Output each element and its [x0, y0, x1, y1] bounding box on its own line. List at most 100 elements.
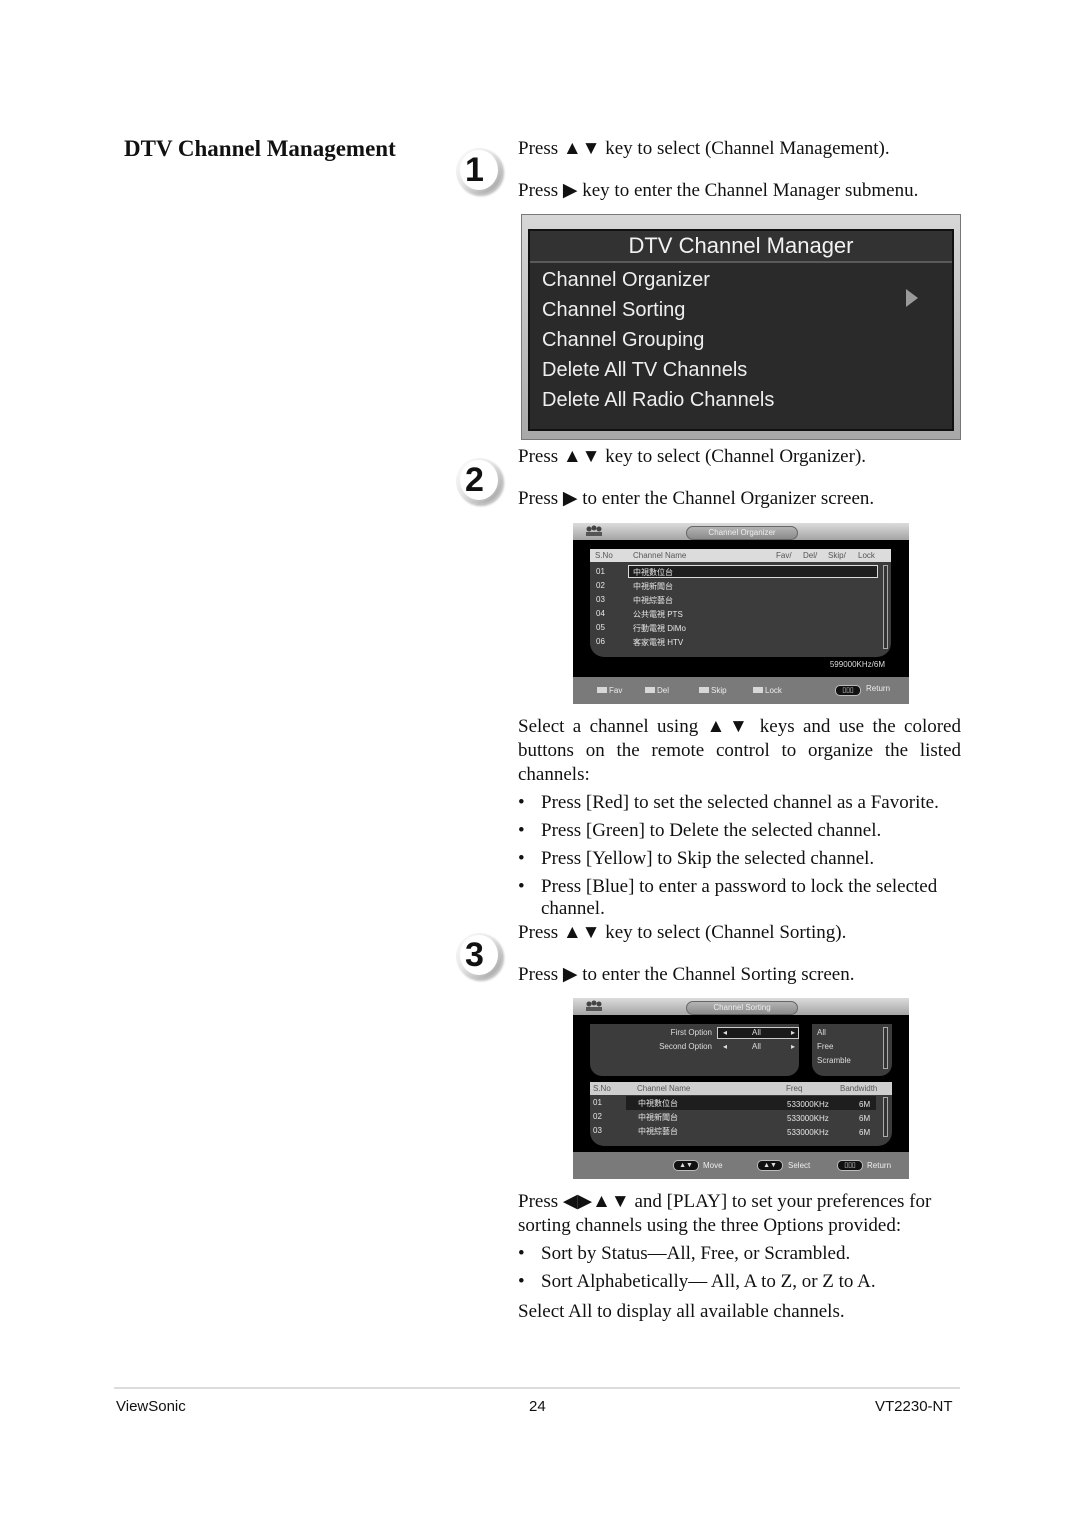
return-label: Return — [866, 684, 891, 693]
option-item[interactable]: Free — [817, 1042, 833, 1051]
channel-bandwidth: 6M — [859, 1114, 871, 1123]
footer-model: VT2230-NT — [875, 1398, 953, 1415]
bullet-text: Sort Alphabetically— All, A to Z, or Z t… — [541, 1271, 876, 1292]
menu-item-channel-sorting[interactable]: Channel Sorting — [542, 299, 685, 322]
col-sno: S.No — [593, 1084, 611, 1093]
step-2-line-2: Press ▶ to enter the Channel Organizer s… — [518, 488, 875, 509]
table-row[interactable]: 02 中視新聞台 — [590, 579, 891, 593]
step-number: 1 — [465, 151, 484, 189]
screen-footer: ▲▼ Move ▲▼ Select ▯▯▯ Return — [573, 1152, 909, 1179]
table-row[interactable]: 03 中視綜藝台 533000KHz 6M — [590, 1124, 892, 1138]
row-number: 03 — [593, 1126, 602, 1135]
first-option-value: All — [752, 1028, 761, 1037]
lock-label: Lock — [765, 686, 782, 695]
footer-page-number: 24 — [529, 1398, 546, 1415]
bullet-icon: • — [518, 820, 525, 841]
menu-item-delete-tv-channels[interactable]: Delete All TV Channels — [542, 359, 747, 382]
second-option-selector[interactable]: ◂ All ▸ — [718, 1042, 798, 1052]
menu-item-channel-grouping[interactable]: Channel Grouping — [542, 329, 704, 352]
step-number: 2 — [465, 461, 484, 499]
bullet-text: Press [Green] to Delete the selected cha… — [541, 820, 882, 841]
col-del: Del/ — [803, 551, 818, 560]
screen-footer: Fav Del Skip Lock ▯▯▯ Return — [573, 677, 909, 704]
row-number: 06 — [596, 637, 605, 646]
channel-manager-menu: DTV Channel Manager Channel Organizer Ch… — [528, 229, 954, 431]
bullet-text: Press [Red] to set the selected channel … — [541, 792, 939, 813]
move-label: Move — [703, 1161, 723, 1170]
option-item[interactable]: Scramble — [817, 1056, 851, 1065]
channel-list-panel: S.No Channel Name Fav/ Del/ Skip/ Lock 0… — [590, 549, 891, 657]
step-3-badge: 3 — [456, 933, 506, 983]
section-title: DTV Channel Management — [124, 136, 396, 161]
organizer-bullet: • Press [Blue] to enter a password to lo… — [518, 876, 961, 920]
step-3-line-2: Press ▶ to enter the Channel Sorting scr… — [518, 964, 855, 985]
row-number: 03 — [596, 595, 605, 604]
channel-freq: 533000KHz — [787, 1100, 829, 1109]
menu-item-channel-organizer[interactable]: Channel Organizer — [542, 269, 710, 292]
return-key-icon: ▯▯▯ — [837, 1160, 863, 1171]
col-channel-name: Channel Name — [637, 1084, 691, 1093]
return-label: Return — [867, 1161, 892, 1170]
col-skip: Skip/ — [828, 551, 846, 560]
second-option-label: Second Option — [659, 1042, 712, 1051]
row-number: 01 — [593, 1098, 602, 1107]
arrow-right-icon[interactable]: ▸ — [791, 1042, 795, 1051]
channel-bandwidth: 6M — [859, 1100, 871, 1109]
channel-name: 客家電視 HTV — [633, 638, 684, 647]
table-row[interactable]: 05 行動電視 DiMo — [590, 621, 891, 635]
channel-name: 中視數位台 — [633, 568, 673, 577]
organizer-intro: Select a channel using ▲▼ keys and use t… — [518, 716, 961, 785]
row-number: 01 — [596, 567, 605, 576]
table-header: S.No Channel Name Fav/ Del/ Skip/ Lock — [590, 549, 891, 562]
del-label: Del — [657, 686, 670, 695]
channel-name: 中視新聞台 — [638, 1113, 678, 1122]
table-row[interactable]: 01 中視數位台 533000KHz 6M — [590, 1096, 892, 1110]
bullet-icon: • — [518, 1271, 525, 1292]
red-key-icon — [597, 687, 607, 693]
screen-topbar: Channel Organizer — [573, 523, 909, 540]
arrow-right-icon[interactable]: ▸ — [791, 1028, 795, 1037]
sorted-list-panel: S.No Channel Name Freq Bandwidth 01 中視數位… — [590, 1082, 892, 1146]
table-row[interactable]: 03 中視綜藝台 — [590, 593, 891, 607]
channel-name: 中視新聞台 — [633, 582, 673, 591]
arrow-left-icon[interactable]: ◂ — [723, 1042, 727, 1051]
option-item[interactable]: All — [817, 1028, 826, 1037]
first-option-selector[interactable]: ◂ All ▸ — [717, 1027, 799, 1039]
scrollbar[interactable] — [883, 1027, 888, 1069]
first-option-label: First Option — [670, 1028, 712, 1037]
bullet-text: Sort by Status—All, Free, or Scrambled. — [541, 1243, 851, 1264]
logo-icon — [586, 525, 602, 536]
menu-title: DTV Channel Manager — [530, 231, 952, 263]
scrollbar[interactable] — [883, 1097, 888, 1137]
table-header: S.No Channel Name Freq Bandwidth — [590, 1082, 892, 1095]
sorting-intro: Press ◀▶▲▼ and [PLAY] to set your prefer… — [518, 1191, 932, 1236]
channel-freq: 533000KHz — [787, 1114, 829, 1123]
menu-item-delete-radio-channels[interactable]: Delete All Radio Channels — [542, 389, 774, 412]
step-number: 3 — [465, 936, 484, 974]
col-freq: Freq — [786, 1084, 803, 1093]
footer-brand: ViewSonic — [116, 1398, 186, 1415]
bullet-icon: • — [518, 1243, 525, 1264]
table-row[interactable]: 04 公共電視 PTS — [590, 607, 891, 621]
screen-title: Channel Sorting — [686, 1001, 798, 1015]
arrow-left-icon[interactable]: ◂ — [723, 1028, 727, 1037]
yellow-key-icon — [699, 687, 709, 693]
step-1-badge: 1 — [456, 148, 506, 198]
row-number: 02 — [593, 1112, 602, 1121]
table-row[interactable]: 02 中視新聞台 533000KHz 6M — [590, 1110, 892, 1124]
row-number: 05 — [596, 623, 605, 632]
option-list-panel: All Free Scramble — [812, 1024, 892, 1076]
return-key-icon: ▯▯▯ — [835, 685, 861, 696]
channel-manager-screenshot: DTV Channel Manager Channel Organizer Ch… — [521, 214, 961, 440]
table-row[interactable]: 06 客家電視 HTV — [590, 635, 891, 649]
channel-name: 行動電視 DiMo — [633, 624, 686, 633]
organizer-bullet: • Press [Yellow] to Skip the selected ch… — [518, 848, 961, 870]
table-row[interactable]: 01 中視數位台 — [590, 565, 891, 579]
channel-name: 中視綜藝台 — [633, 596, 673, 605]
scrollbar[interactable] — [883, 565, 888, 649]
step-1-line-1: Press ▲▼ key to select (Channel Manageme… — [518, 138, 890, 159]
bullet-text: Press [Blue] to enter a password to lock… — [541, 876, 938, 919]
col-channel-name: Channel Name — [633, 551, 687, 560]
frequency-readout: 599000KHz/6M — [829, 660, 885, 669]
channel-bandwidth: 6M — [859, 1128, 871, 1137]
